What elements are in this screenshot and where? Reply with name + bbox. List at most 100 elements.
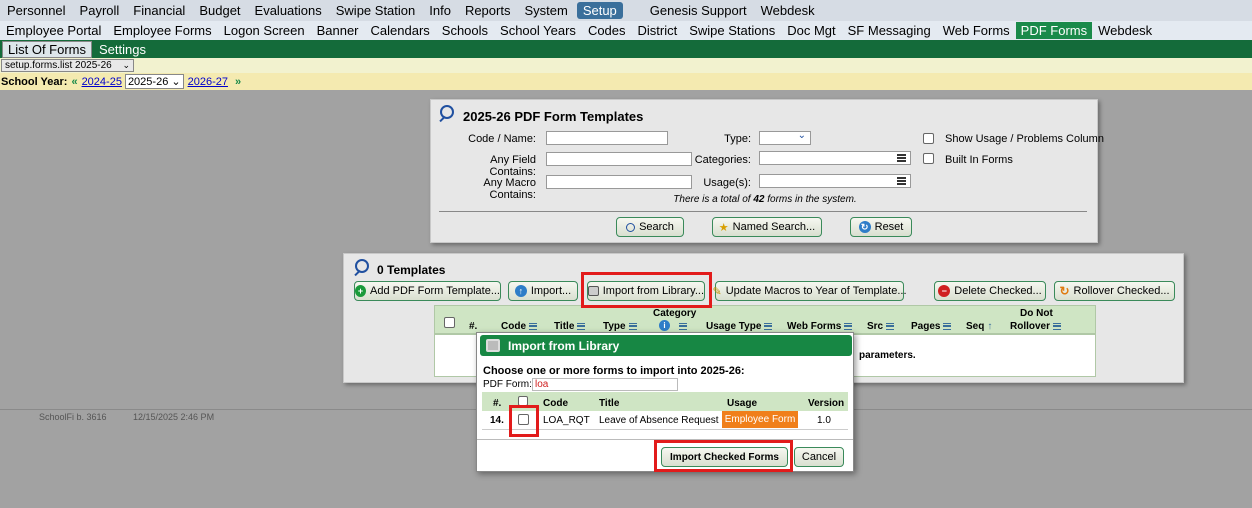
col-src[interactable]: Src — [867, 321, 895, 332]
col-pages[interactable]: Pages — [911, 321, 952, 332]
pdf-form-input[interactable]: loa — [532, 378, 678, 391]
double-left-arrow-icon[interactable]: « — [71, 76, 77, 88]
update-macros-button[interactable]: ✎ Update Macros to Year of Template... — [713, 281, 907, 301]
col-title-label: Title — [554, 321, 575, 332]
dialog-col-code: Code — [543, 398, 568, 409]
update-macros-label: Update Macros to Year of Template... — [725, 285, 907, 297]
rollover-checked-label: Rollover Checked... — [1073, 285, 1170, 297]
submenu-item-codes[interactable]: Codes — [582, 23, 632, 38]
col-usage-type[interactable]: Usage Type — [706, 321, 773, 332]
plus-icon: + — [355, 285, 366, 297]
search-icon — [626, 222, 636, 232]
col-do-not: Do Not — [1020, 308, 1053, 319]
usage-badge-label: Employee Form — [724, 414, 796, 425]
any-field-label: Any Field Contains: — [489, 154, 536, 178]
menu-item-payroll[interactable]: Payroll — [73, 3, 127, 18]
sort-icon — [764, 322, 773, 330]
usage-input[interactable] — [759, 174, 911, 188]
menu-item-genesis-support[interactable]: Genesis Support — [643, 3, 754, 18]
col-web-forms[interactable]: Web Forms — [787, 321, 853, 332]
library-icon — [486, 339, 500, 352]
chevron-down-icon: ⌄ — [797, 130, 806, 141]
cancel-button[interactable]: Cancel — [794, 447, 844, 467]
col-rollover[interactable]: Rollover — [1010, 321, 1062, 332]
menu-item-swipe-station[interactable]: Swipe Station — [329, 3, 423, 18]
delete-checked-label: Delete Checked... — [954, 285, 1042, 297]
page-select-dropdown[interactable]: setup.forms.list 2025-26 ⌄ — [1, 59, 134, 72]
import-library-highlight — [581, 272, 712, 308]
col-title[interactable]: Title — [554, 321, 586, 332]
reset-button[interactable]: ↻ Reset — [850, 217, 912, 237]
menu-item-evaluations[interactable]: Evaluations — [248, 3, 329, 18]
search-panel: 2025-26 PDF Form Templates Code / Name: … — [430, 99, 1104, 243]
submenu-item-employee-portal[interactable]: Employee Portal — [0, 23, 107, 38]
col-category[interactable]: Category — [653, 308, 696, 319]
menu-item-personnel[interactable]: Personnel — [0, 3, 73, 18]
dialog-col-usage: Usage — [727, 398, 758, 409]
search-button[interactable]: Search — [616, 217, 684, 237]
col-code-label: Code — [501, 321, 526, 332]
submenu-item-calendars[interactable]: Calendars — [365, 23, 436, 38]
list-icon[interactable] — [897, 154, 906, 162]
code-name-label: Code / Name: — [468, 133, 536, 145]
named-search-button[interactable]: ★ Named Search... — [712, 217, 822, 237]
total-suffix: forms in the system. — [764, 194, 857, 205]
sort-icon[interactable] — [676, 321, 687, 332]
menu-item-system[interactable]: System — [517, 3, 574, 18]
delete-checked-button[interactable]: − Delete Checked... — [934, 281, 1046, 301]
dialog-col-num: #. — [493, 398, 502, 409]
code-name-input[interactable] — [546, 131, 668, 145]
submenu-item-pdf-forms[interactable]: PDF Forms — [1015, 22, 1093, 39]
submenu-item-school-years[interactable]: School Years — [494, 23, 582, 38]
submenu-item-logon-screen[interactable]: Logon Screen — [218, 23, 311, 38]
submenu-item-sf-messaging[interactable]: SF Messaging — [842, 23, 937, 38]
import-button[interactable]: ↑ Import... — [508, 281, 578, 301]
rollover-checked-button[interactable]: ↻ Rollover Checked... — [1054, 281, 1175, 301]
type-select[interactable]: ⌄ — [759, 130, 811, 145]
tab-list-of-forms[interactable]: List Of Forms — [2, 40, 93, 58]
prev-year-link[interactable]: 2024-25 — [82, 76, 122, 88]
built-in-checkbox[interactable] — [923, 153, 934, 164]
menu-item-reports[interactable]: Reports — [458, 3, 518, 18]
submenu-item-employee-forms[interactable]: Employee Forms — [107, 23, 217, 38]
info-icon[interactable]: i — [659, 320, 670, 331]
menu-item-info[interactable]: Info — [422, 3, 458, 18]
double-right-arrow-icon[interactable]: » — [235, 76, 241, 88]
dialog-title: Import from Library — [508, 338, 620, 353]
build-number: SchoolFi b. 3616 — [39, 412, 107, 422]
col-pages-label: Pages — [911, 321, 941, 332]
usage-label: Usage(s): — [703, 177, 751, 189]
submenu-item-web-forms[interactable]: Web Forms — [937, 23, 1016, 38]
top-menu-bar: Personnel Payroll Financial Budget Evaluatio… — [0, 0, 1252, 21]
import-button-label: Import... — [530, 285, 572, 297]
row-version: 1.0 — [817, 415, 831, 426]
submenu-item-swipe-stations[interactable]: Swipe Stations — [683, 23, 781, 38]
row-title: Leave of Absence Request — [599, 415, 719, 426]
submenu-item-banner[interactable]: Banner — [311, 23, 365, 38]
built-in-label: Built In Forms — [945, 154, 1013, 166]
tab-settings[interactable]: Settings — [94, 42, 151, 57]
sort-icon — [943, 322, 952, 330]
show-usage-checkbox[interactable] — [923, 133, 934, 144]
menu-item-financial[interactable]: Financial — [126, 3, 192, 18]
list-icon[interactable] — [897, 177, 906, 185]
add-template-button[interactable]: + Add PDF Form Template... — [354, 281, 501, 301]
submenu-item-webdesk[interactable]: Webdesk — [1092, 23, 1158, 38]
pdf-form-label: PDF Form: — [483, 379, 532, 390]
submenu-item-schools[interactable]: Schools — [436, 23, 494, 38]
upload-icon: ↑ — [514, 285, 527, 297]
col-seq[interactable]: Seq ↑ — [966, 321, 992, 332]
select-all-checkbox[interactable] — [444, 317, 455, 328]
categories-input[interactable] — [759, 151, 911, 165]
submenu-item-district[interactable]: District — [632, 23, 684, 38]
menu-item-setup[interactable]: Setup — [576, 2, 623, 19]
next-year-link[interactable]: 2026-27 — [188, 76, 228, 88]
magnifier-handle-icon — [439, 115, 446, 123]
year-select[interactable]: 2025-26 ⌄ — [124, 74, 184, 89]
col-type[interactable]: Type — [603, 321, 637, 332]
rollover-icon: ↻ — [1059, 284, 1070, 298]
menu-item-budget[interactable]: Budget — [192, 3, 247, 18]
col-code[interactable]: Code — [501, 321, 537, 332]
menu-item-webdesk[interactable]: Webdesk — [754, 3, 822, 18]
submenu-item-doc-mgt[interactable]: Doc Mgt — [781, 23, 841, 38]
